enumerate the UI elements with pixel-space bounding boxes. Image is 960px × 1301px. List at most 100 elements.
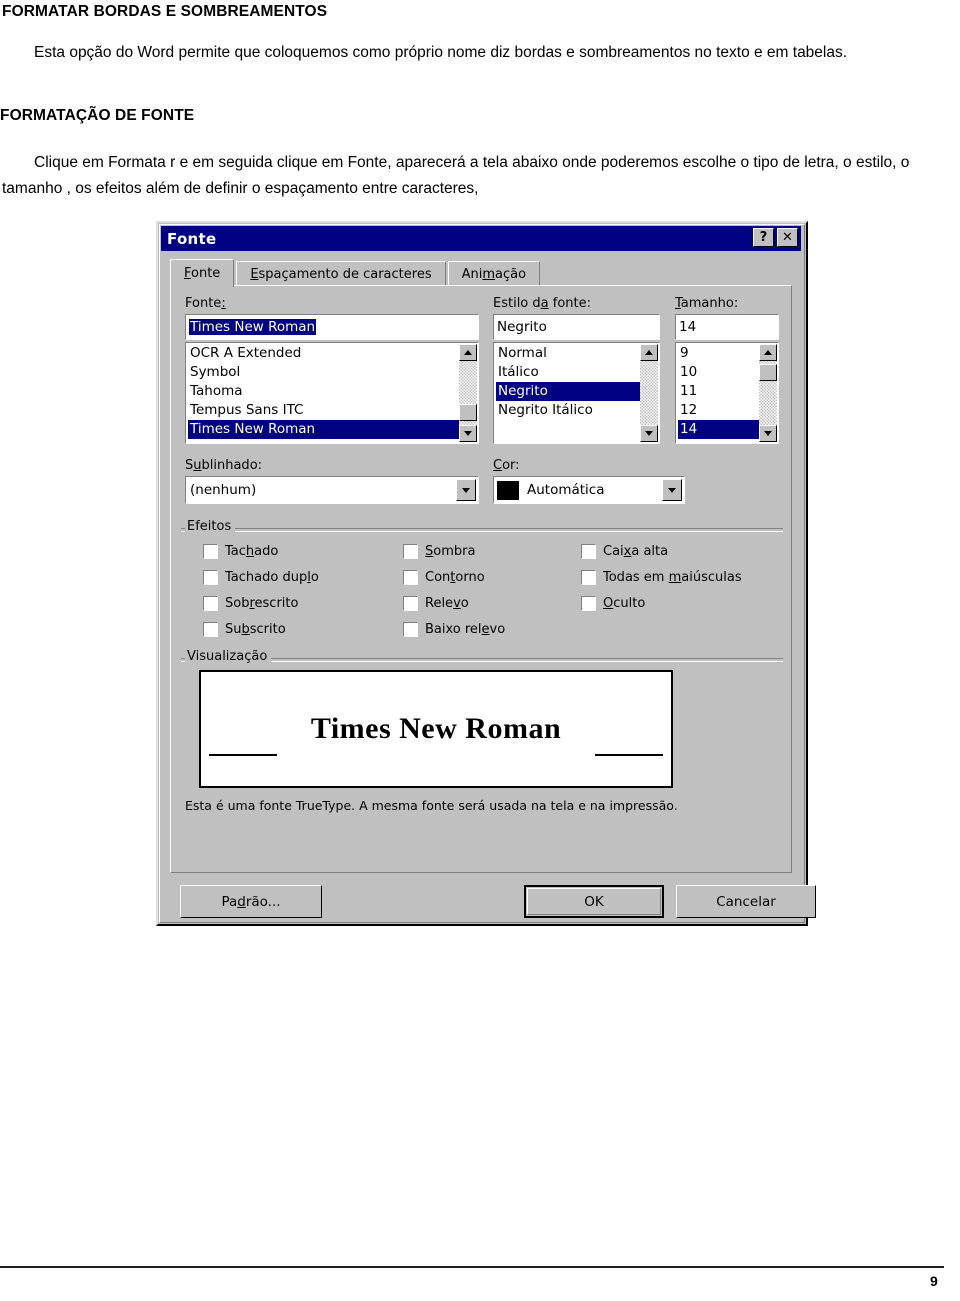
font-style-list-scrollbar[interactable] xyxy=(640,344,658,442)
checkbox-subscrito[interactable]: Subscrito xyxy=(203,622,286,637)
list-item[interactable]: 11 xyxy=(678,382,759,401)
checkbox-tachado-duplo[interactable]: Tachado duplo xyxy=(203,570,319,585)
scroll-down-icon[interactable] xyxy=(640,425,658,442)
font-style-input-value: Negrito xyxy=(497,319,547,335)
size-listbox-items: 9 10 11 12 14 xyxy=(678,344,759,439)
preview-rule-right xyxy=(595,754,663,756)
checkbox-box[interactable] xyxy=(403,544,418,559)
size-listbox[interactable]: 9 10 11 12 14 xyxy=(675,342,779,444)
checkbox-label: Contorno xyxy=(425,570,485,585)
scroll-up-icon[interactable] xyxy=(759,344,777,361)
list-item[interactable]: 9 xyxy=(678,344,759,363)
checkbox-box[interactable] xyxy=(403,622,418,637)
checkbox-relevo[interactable]: Relevo xyxy=(403,596,469,611)
scrollbar-thumb[interactable] xyxy=(459,404,477,421)
effects-group-label: Efeitos xyxy=(185,519,236,534)
font-style-label: Estilo da fonte: xyxy=(493,296,592,311)
color-swatch xyxy=(497,480,519,500)
font-style-listbox[interactable]: Normal Itálico Negrito Negrito Itálico xyxy=(493,342,660,444)
group-divider xyxy=(181,658,783,662)
font-input-value: Times New Roman xyxy=(189,319,317,335)
underline-combobox[interactable]: (nenhum) xyxy=(185,476,479,504)
list-item[interactable]: Negrito Itálico xyxy=(496,401,640,420)
checkbox-box[interactable] xyxy=(581,544,596,559)
color-label: Cor: xyxy=(493,458,520,473)
size-list-scrollbar[interactable] xyxy=(759,344,777,442)
default-button[interactable]: Padrão... xyxy=(180,885,322,918)
section-heading-font-formatting: FORMATAÇÃO DE FONTE xyxy=(0,107,195,124)
checkbox-label: Subscrito xyxy=(225,622,286,637)
preview-rule-left xyxy=(209,754,277,756)
underline-label: Sublinhado: xyxy=(185,458,263,473)
size-input-value: 14 xyxy=(679,319,697,335)
font-input[interactable]: Times New Roman xyxy=(185,314,479,340)
checkbox-box[interactable] xyxy=(203,622,218,637)
tabpage-fonte: Fonte: Times New Roman OCR A Extended Sy… xyxy=(170,285,792,873)
list-item-selected[interactable]: 14 xyxy=(678,420,759,439)
checkbox-label: Oculto xyxy=(603,596,646,611)
scroll-down-icon[interactable] xyxy=(759,425,777,442)
checkbox-oculto[interactable]: Oculto xyxy=(581,596,645,611)
chevron-down-icon[interactable] xyxy=(456,479,476,501)
tab-fonte[interactable]: Fonte xyxy=(170,259,235,287)
checkbox-sobrescrito[interactable]: Sobrescrito xyxy=(203,596,298,611)
size-label: Tamanho: xyxy=(675,296,739,311)
list-item[interactable]: Tempus Sans ITC xyxy=(188,401,459,420)
checkbox-sombra[interactable]: Sombra xyxy=(403,544,475,559)
tab-animacao[interactable]: Animação xyxy=(447,261,541,287)
preview-group-label: Visualização xyxy=(185,649,272,664)
scroll-up-icon[interactable] xyxy=(459,344,477,361)
footer-divider xyxy=(0,1266,944,1268)
checkbox-baixo-relevo[interactable]: Baixo relevo xyxy=(403,622,505,637)
page-number: 9 xyxy=(930,1273,938,1289)
ok-button[interactable]: OK xyxy=(524,885,664,918)
paragraph-font-instructions: Clique em Formata r e em seguida clique … xyxy=(2,154,910,197)
tab-fonte-label: Fonte xyxy=(184,266,221,281)
checkbox-todas-maiusculas[interactable]: Todas em maiúsculas xyxy=(581,570,742,585)
list-item-selected[interactable]: Times New Roman xyxy=(188,420,459,439)
close-icon[interactable]: ✕ xyxy=(777,228,798,247)
ok-button-label: OK xyxy=(584,893,604,910)
font-style-listbox-items: Normal Itálico Negrito Negrito Itálico xyxy=(496,344,640,420)
group-divider xyxy=(181,528,783,532)
checkbox-label: Sombra xyxy=(425,544,476,559)
font-list-scrollbar[interactable] xyxy=(459,344,477,442)
checkbox-tachado[interactable]: Tachado xyxy=(203,544,278,559)
checkbox-label: Caixa alta xyxy=(603,544,669,559)
dialog-tabstrip: Fonte Espaçamento de caracteres Animação xyxy=(170,259,792,287)
list-item[interactable]: Symbol xyxy=(188,363,459,382)
checkbox-box[interactable] xyxy=(403,570,418,585)
checkbox-box[interactable] xyxy=(581,596,596,611)
font-style-input[interactable]: Negrito xyxy=(493,314,660,340)
titlebar-buttons: ? ✕ xyxy=(753,228,798,247)
list-item[interactable]: Tahoma xyxy=(188,382,459,401)
dialog-title: Fonte xyxy=(167,229,217,248)
font-listbox[interactable]: OCR A Extended Symbol Tahoma Tempus Sans… xyxy=(185,342,479,444)
dialog-titlebar[interactable]: Fonte ? ✕ xyxy=(161,226,801,251)
checkbox-box[interactable] xyxy=(403,596,418,611)
checkbox-box[interactable] xyxy=(203,596,218,611)
help-icon[interactable]: ? xyxy=(753,228,774,247)
scroll-down-icon[interactable] xyxy=(459,425,477,442)
scrollbar-thumb[interactable] xyxy=(759,364,777,381)
preview-sample-text: Times New Roman xyxy=(310,712,562,745)
list-item-selected[interactable]: Negrito xyxy=(496,382,640,401)
list-item[interactable]: 10 xyxy=(678,363,759,382)
chevron-down-icon[interactable] xyxy=(662,479,682,501)
checkbox-contorno[interactable]: Contorno xyxy=(403,570,485,585)
checkbox-caixa-alta[interactable]: Caixa alta xyxy=(581,544,668,559)
list-item[interactable]: Itálico xyxy=(496,363,640,382)
checkbox-box[interactable] xyxy=(203,544,218,559)
tab-espacamento[interactable]: Espaçamento de caracteres xyxy=(236,261,446,287)
paragraph-borders-intro: Esta opção do Word permite que coloquemo… xyxy=(34,44,848,61)
list-item[interactable]: OCR A Extended xyxy=(188,344,459,363)
checkbox-box[interactable] xyxy=(203,570,218,585)
color-combobox[interactable]: Automática xyxy=(493,476,685,504)
checkbox-label: Baixo relevo xyxy=(425,622,506,637)
size-input[interactable]: 14 xyxy=(675,314,779,340)
checkbox-box[interactable] xyxy=(581,570,596,585)
list-item[interactable]: 12 xyxy=(678,401,759,420)
list-item[interactable]: Normal xyxy=(496,344,640,363)
cancel-button[interactable]: Cancelar xyxy=(676,885,816,918)
scroll-up-icon[interactable] xyxy=(640,344,658,361)
